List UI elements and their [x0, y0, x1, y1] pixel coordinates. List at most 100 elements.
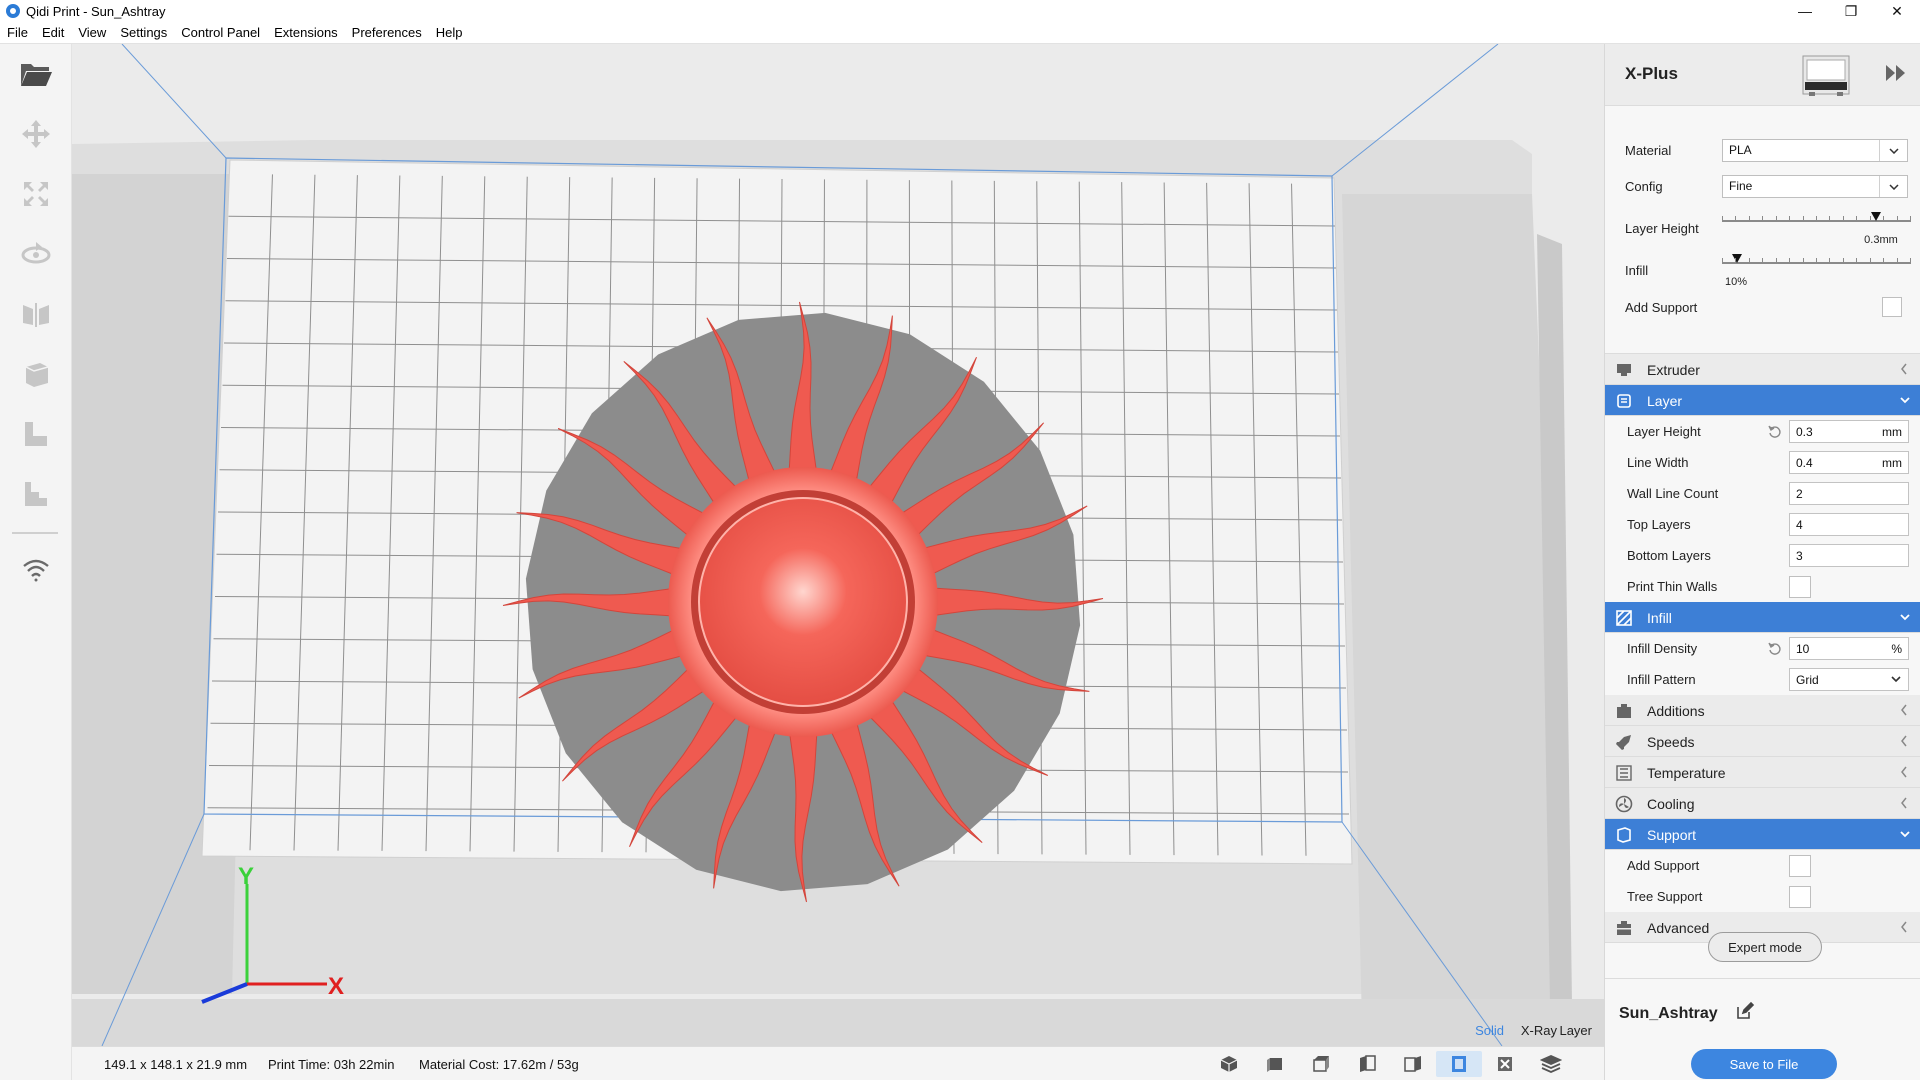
input-value: 3: [1796, 549, 1803, 563]
sun-dome[interactable]: [698, 497, 908, 707]
support-blocker-icon[interactable]: [16, 414, 56, 454]
config-select[interactable]: Fine: [1722, 175, 1908, 198]
reset-icon[interactable]: [1767, 641, 1783, 657]
section-label: Infill: [1647, 610, 1672, 626]
input-value: 0.3: [1796, 425, 1813, 439]
setting-line-width: Line Width 0.4 mm: [1605, 447, 1920, 478]
view-mode-solid[interactable]: Solid: [1475, 1023, 1504, 1038]
speeds-icon: [1615, 733, 1633, 751]
support-icon: [1615, 826, 1633, 844]
job-footer: Sun_Ashtray Save to File: [1605, 978, 1920, 1080]
infill-icon: [1615, 609, 1633, 627]
menu-edit[interactable]: Edit: [35, 25, 71, 40]
close-button[interactable]: ✕: [1874, 0, 1920, 22]
collapse-panel-icon[interactable]: [1885, 64, 1907, 85]
expert-mode-button[interactable]: Expert mode: [1708, 932, 1822, 962]
print-thin-walls-checkbox[interactable]: [1789, 576, 1811, 598]
lay-flat-icon[interactable]: [16, 474, 56, 514]
mirror-icon[interactable]: [16, 294, 56, 334]
material-cost: Material Cost: 17.62m / 53g: [419, 1057, 579, 1072]
add-support-checkbox[interactable]: [1789, 855, 1811, 877]
slider-thumb[interactable]: [1871, 212, 1882, 221]
rotate-icon[interactable]: [16, 234, 56, 274]
layer-height-value: 0.3mm: [1864, 234, 1898, 246]
slider-thumb[interactable]: [1732, 254, 1743, 263]
section-label: Advanced: [1647, 920, 1710, 936]
slider-tick: [1735, 216, 1737, 222]
section-label: Support: [1647, 827, 1697, 843]
maximize-button[interactable]: ❐: [1828, 0, 1874, 22]
layer-height-label: Layer Height: [1625, 221, 1699, 236]
slider-tick: [1722, 216, 1723, 222]
menu-extensions[interactable]: Extensions: [267, 25, 345, 40]
section-extruder[interactable]: Extruder: [1605, 354, 1920, 385]
camera-view-buttons: [1206, 1051, 1574, 1077]
section-speeds[interactable]: Speeds: [1605, 726, 1920, 757]
open-folder-icon[interactable]: [16, 54, 56, 94]
setting-label: Bottom Layers: [1627, 548, 1711, 563]
layer-height-slider[interactable]: [1722, 212, 1911, 228]
setting-top-layers: Top Layers 4: [1605, 509, 1920, 540]
menu-settings[interactable]: Settings: [113, 25, 174, 40]
setting-label: Add Support: [1627, 858, 1700, 873]
chevron-down-icon: [1879, 176, 1907, 197]
per-model-settings-icon[interactable]: [16, 354, 56, 394]
top-view-icon[interactable]: [1298, 1051, 1344, 1077]
wall-line-count-input[interactable]: 2: [1789, 482, 1909, 505]
menu-file[interactable]: File: [0, 25, 35, 40]
chevron-left-icon: [1899, 703, 1911, 717]
bottom-layers-input[interactable]: 3: [1789, 544, 1909, 567]
extruder-icon: [1615, 361, 1633, 379]
add-support-checkbox[interactable]: [1882, 297, 1902, 317]
menu-view[interactable]: View: [71, 25, 113, 40]
section-support[interactable]: Support: [1605, 819, 1920, 850]
top-layers-input[interactable]: 4: [1789, 513, 1909, 536]
edit-icon[interactable]: [1735, 1001, 1755, 1021]
build-scene: Y X: [72, 44, 1604, 1046]
minimize-button[interactable]: —: [1782, 0, 1828, 22]
infill-pattern-select[interactable]: Grid: [1789, 668, 1909, 691]
front-view-icon[interactable]: [1252, 1051, 1298, 1077]
scale-icon[interactable]: [16, 174, 56, 214]
infill-value: 10%: [1725, 276, 1748, 288]
setting-label: Top Layers: [1627, 517, 1691, 532]
setting-label: Wall Line Count: [1627, 486, 1719, 501]
move-icon[interactable]: [16, 114, 56, 154]
setting-layer-height: Layer Height 0.3 mm: [1605, 416, 1920, 447]
left-view-icon[interactable]: [1344, 1051, 1390, 1077]
line-width-input[interactable]: 0.4 mm: [1789, 451, 1909, 474]
layer-view-icon[interactable]: [1528, 1051, 1574, 1077]
input-unit: mm: [1882, 456, 1902, 470]
menu-help[interactable]: Help: [429, 25, 470, 40]
section-infill[interactable]: Infill: [1605, 602, 1920, 633]
reset-icon[interactable]: [1767, 424, 1783, 440]
slider-tick: [1910, 216, 1911, 222]
3d-viewport[interactable]: Y X Solid X-Ray Layer: [72, 44, 1604, 1046]
section-temperature[interactable]: Temperature: [1605, 757, 1920, 788]
section-cooling[interactable]: Cooling: [1605, 788, 1920, 819]
solid-view-icon[interactable]: [1436, 1051, 1482, 1077]
menu-control-panel[interactable]: Control Panel: [174, 25, 267, 40]
printer-name[interactable]: X-Plus: [1625, 64, 1678, 84]
slider-tick: [1735, 258, 1737, 264]
save-to-file-button[interactable]: Save to File: [1691, 1049, 1837, 1079]
infill-density-input[interactable]: 10%: [1789, 637, 1909, 660]
section-additions[interactable]: Additions: [1605, 695, 1920, 726]
right-view-icon[interactable]: [1390, 1051, 1436, 1077]
config-value: Fine: [1729, 179, 1753, 193]
infill-slider[interactable]: [1722, 254, 1911, 270]
view-mode-layer[interactable]: Layer: [1559, 1023, 1592, 1038]
setting-label: Layer Height: [1627, 424, 1701, 439]
chevron-left-icon: [1899, 362, 1911, 376]
xray-view-icon[interactable]: [1482, 1051, 1528, 1077]
view-mode-xray[interactable]: X-Ray: [1521, 1023, 1557, 1038]
material-select[interactable]: PLA: [1722, 139, 1908, 162]
layer-height-input[interactable]: 0.3 mm: [1789, 420, 1909, 443]
menu-preferences[interactable]: Preferences: [345, 25, 429, 40]
tree-support-checkbox[interactable]: [1789, 886, 1811, 908]
chevron-down-icon: [1899, 610, 1911, 624]
slider-tick: [1896, 258, 1898, 264]
3d-view-icon[interactable]: [1206, 1051, 1252, 1077]
wifi-icon[interactable]: [16, 550, 56, 590]
section-layer[interactable]: Layer: [1605, 385, 1920, 416]
